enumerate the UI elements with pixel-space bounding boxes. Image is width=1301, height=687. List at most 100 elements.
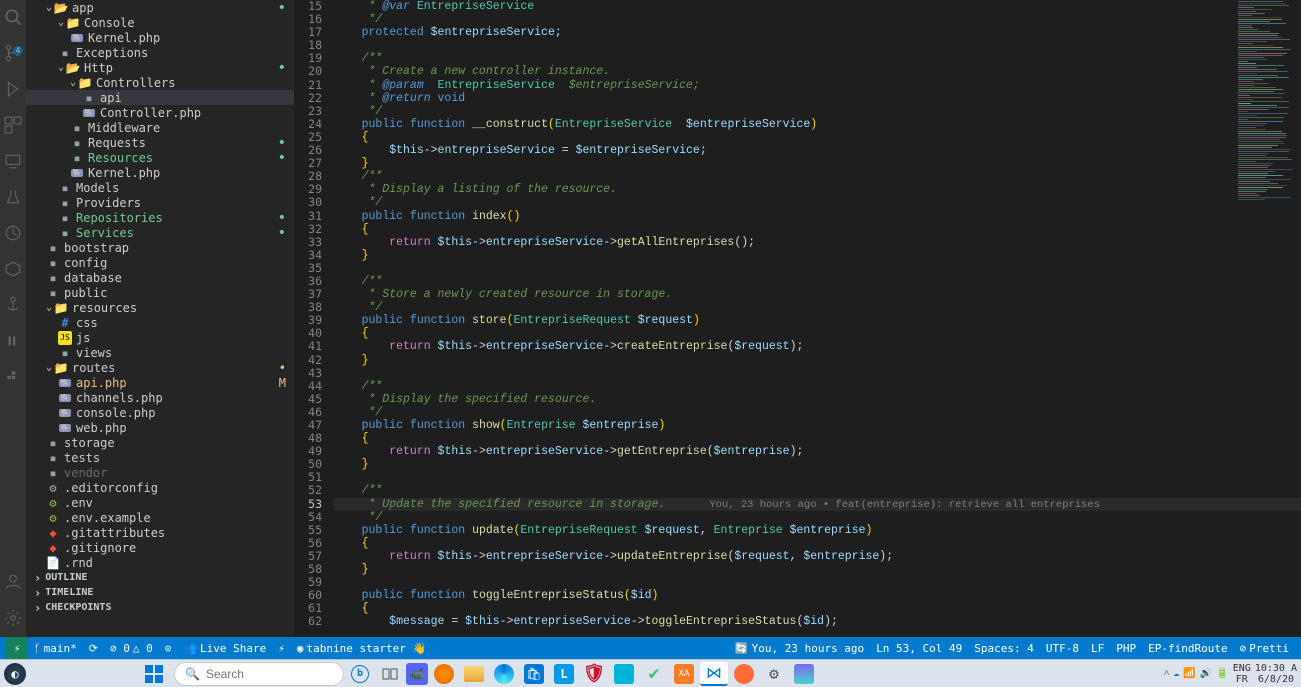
- tree-item-resources[interactable]: 📁resources: [26, 300, 294, 315]
- prettier-status[interactable]: ⊘ Pretti: [1234, 642, 1295, 655]
- search-icon[interactable]: [4, 8, 22, 26]
- route-status[interactable]: EP-findRoute: [1142, 642, 1233, 655]
- test-icon[interactable]: [4, 188, 22, 206]
- xampp-icon[interactable]: XA: [670, 662, 698, 686]
- timeline-icon[interactable]: [4, 224, 22, 242]
- battery-icon[interactable]: 🔋: [1216, 668, 1228, 679]
- code-content[interactable]: * @var EntrepriseService */ protected $e…: [334, 0, 1301, 637]
- git-blame-status[interactable]: 🔄 You, 23 hours ago: [729, 642, 870, 655]
- chevron-up-icon[interactable]: ˄: [1164, 668, 1170, 679]
- remote-icon[interactable]: [4, 152, 22, 170]
- tree-item-database[interactable]: ▪database: [26, 270, 294, 285]
- explorer-icon[interactable]: [460, 662, 488, 686]
- debug-icon[interactable]: [4, 80, 22, 98]
- tree-item-css[interactable]: #css: [26, 315, 294, 330]
- tree-item-console-php[interactable]: 🐘console.php: [26, 405, 294, 420]
- tree-item-routes[interactable]: 📁routes•: [26, 360, 294, 375]
- minimap[interactable]: [1236, 0, 1301, 200]
- search-input[interactable]: [206, 667, 336, 681]
- tree-item-public[interactable]: ▪public: [26, 285, 294, 300]
- tree-item-Controllers[interactable]: 📁Controllers: [26, 75, 294, 90]
- language-mode[interactable]: PHP: [1110, 642, 1142, 655]
- anchor-icon[interactable]: [4, 296, 22, 314]
- tabnine-status[interactable]: ◉ tabnine starter 👋: [291, 637, 432, 659]
- settings-icon[interactable]: [4, 609, 22, 627]
- tree-item-Middleware[interactable]: ▪Middleware: [26, 120, 294, 135]
- vscode-icon[interactable]: ⋈: [700, 662, 728, 686]
- tree-item-Exceptions[interactable]: ▪Exceptions: [26, 45, 294, 60]
- section-checkpoints[interactable]: CHECKPOINTS: [26, 600, 294, 615]
- tree-item-api[interactable]: ▪api: [26, 90, 294, 105]
- tree-item-Kernel-php[interactable]: 🐘Kernel.php: [26, 30, 294, 45]
- start-button[interactable]: [140, 662, 168, 686]
- steam-icon[interactable]: ◐: [4, 663, 26, 685]
- mcafee-icon[interactable]: 🛡: [580, 662, 608, 686]
- firefox-icon[interactable]: [430, 662, 458, 686]
- tree-item-Requests[interactable]: ▪Requests•: [26, 135, 294, 150]
- tree-item-storage[interactable]: ▪storage: [26, 435, 294, 450]
- account-icon[interactable]: [4, 573, 22, 591]
- extensions-icon[interactable]: [4, 116, 22, 134]
- live-share[interactable]: 👥 Live Share: [177, 637, 272, 659]
- comment-icon[interactable]: [4, 332, 22, 350]
- problems[interactable]: ⊘ 0 △ 0: [104, 637, 159, 659]
- clock[interactable]: 10:30 A6/8/20: [1255, 663, 1297, 685]
- tree-item-Http[interactable]: 📂Http•: [26, 60, 294, 75]
- tree-item-web-php[interactable]: 🐘web.php: [26, 420, 294, 435]
- task-view-icon[interactable]: [376, 662, 404, 686]
- docker-icon[interactable]: [4, 368, 22, 386]
- tree-item-Controller-php[interactable]: 🐘Controller.php: [26, 105, 294, 120]
- git-branch[interactable]: ᚶ main*: [28, 637, 83, 659]
- lightning-icon[interactable]: ⚡: [272, 637, 291, 659]
- edge-icon[interactable]: [490, 662, 518, 686]
- encoding[interactable]: UTF-8: [1040, 642, 1085, 655]
- postman-icon[interactable]: [730, 662, 758, 686]
- code-editor[interactable]: 1516171819202122232425262728293031323334…: [294, 0, 1301, 637]
- tree-item-js[interactable]: JSjs: [26, 330, 294, 345]
- tree-item-channels-php[interactable]: 🐘channels.php: [26, 390, 294, 405]
- tree-item-Models[interactable]: ▪Models: [26, 180, 294, 195]
- tree-item--editorconfig[interactable]: ⚙.editorconfig: [26, 480, 294, 495]
- section-outline[interactable]: OUTLINE: [26, 570, 294, 585]
- settings-app-icon[interactable]: ⚙: [760, 662, 788, 686]
- port-icon[interactable]: ⊙: [159, 637, 178, 659]
- tree-item-Services[interactable]: ▪Services•: [26, 225, 294, 240]
- tree-item-Kernel-php[interactable]: 🐘Kernel.php: [26, 165, 294, 180]
- tree-item-Repositories[interactable]: ▪Repositories•: [26, 210, 294, 225]
- language-switcher[interactable]: ENGFR: [1233, 663, 1251, 685]
- bing-icon[interactable]: b: [346, 662, 374, 686]
- tree-item-app[interactable]: 📂app•: [26, 0, 294, 15]
- tree-item-views[interactable]: ▪views: [26, 345, 294, 360]
- tree-item-config[interactable]: ▪config: [26, 255, 294, 270]
- tree-item-Providers[interactable]: ▪Providers: [26, 195, 294, 210]
- file-explorer[interactable]: 📂app•📁Console🐘Kernel.php▪Exceptions📂Http…: [26, 0, 294, 637]
- app-video-icon[interactable]: 📹: [406, 663, 428, 685]
- todo-icon[interactable]: ✔: [640, 662, 668, 686]
- box-icon[interactable]: [4, 260, 22, 278]
- tree-item-Console[interactable]: 📁Console: [26, 15, 294, 30]
- tree-item--env-example[interactable]: ⚙.env.example: [26, 510, 294, 525]
- tree-item--gitattributes[interactable]: ◆.gitattributes: [26, 525, 294, 540]
- volume-icon[interactable]: 🔊: [1200, 668, 1212, 679]
- app-teal-icon[interactable]: [610, 662, 638, 686]
- section-timeline[interactable]: TIMELINE: [26, 585, 294, 600]
- tree-item--rnd[interactable]: 📄.rnd: [26, 555, 294, 570]
- onedrive-icon[interactable]: ☁: [1173, 668, 1179, 679]
- cursor-position[interactable]: Ln 53, Col 49: [870, 642, 968, 655]
- git-sync[interactable]: ⟳: [83, 637, 104, 659]
- store-icon[interactable]: 🛍: [520, 662, 548, 686]
- wifi-icon[interactable]: 📶: [1183, 668, 1195, 679]
- tree-item-api-php[interactable]: 🐘api.phpM: [26, 375, 294, 390]
- eol[interactable]: LF: [1085, 642, 1110, 655]
- remote-button[interactable]: ⚡: [6, 637, 28, 659]
- source-control-icon[interactable]: 4: [4, 44, 22, 62]
- tree-item-Resources[interactable]: ▪Resources•: [26, 150, 294, 165]
- indentation[interactable]: Spaces: 4: [968, 642, 1040, 655]
- taskbar-search[interactable]: 🔍: [174, 662, 344, 686]
- app-green-icon[interactable]: [790, 662, 818, 686]
- tree-item-bootstrap[interactable]: ▪bootstrap: [26, 240, 294, 255]
- tree-item--env[interactable]: ⚙.env: [26, 495, 294, 510]
- tree-item-tests[interactable]: ▪tests: [26, 450, 294, 465]
- app-l-icon[interactable]: L: [550, 662, 578, 686]
- tree-item-vendor[interactable]: ▪vendor: [26, 465, 294, 480]
